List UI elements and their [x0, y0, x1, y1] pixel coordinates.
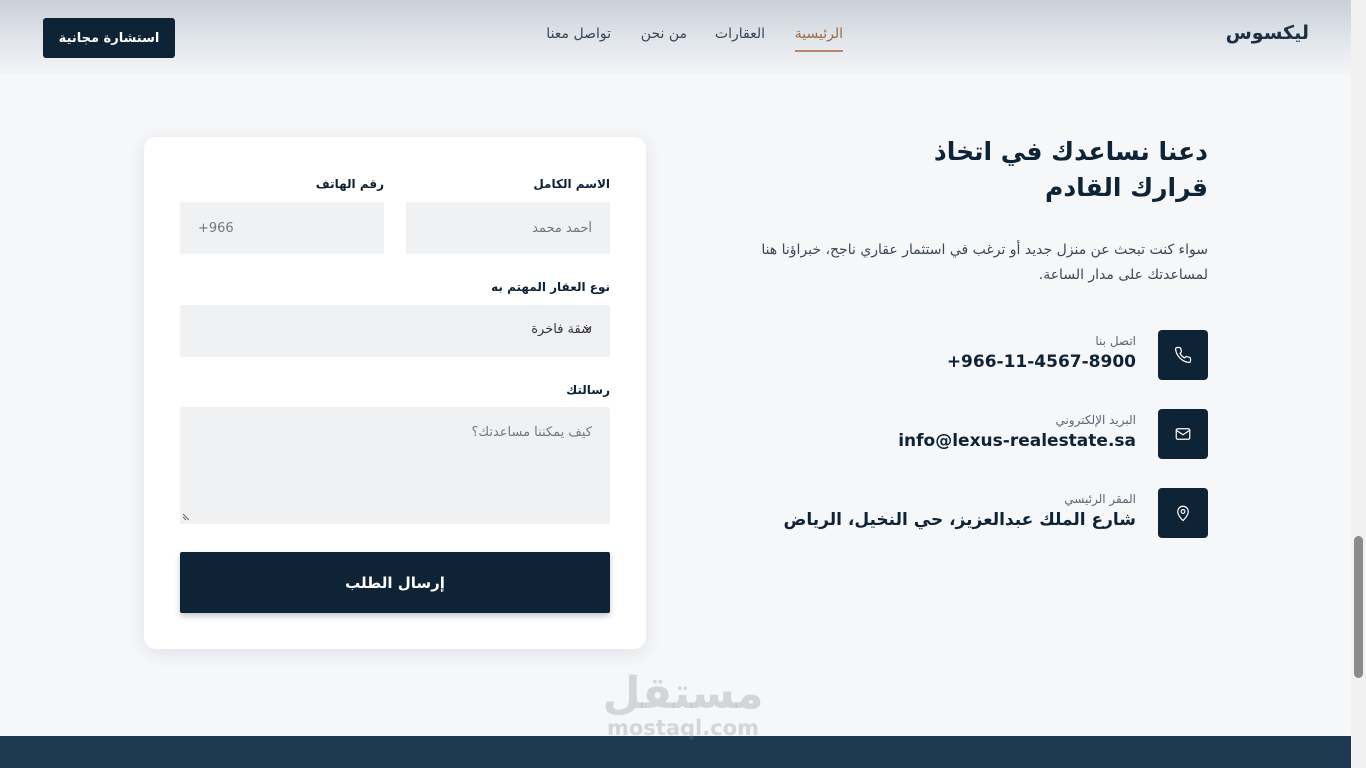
contact-address-label: المقر الرئيسي [1064, 492, 1136, 506]
section-heading: دعنا نساعدك في اتخاذ قرارك القادم [878, 134, 1208, 206]
contact-address: المقر الرئيسي شارع الملك عبدالعزيز، حي ا… [688, 488, 1208, 540]
contact-email: البريد الإلكتروني info@lexus-realestate.… [688, 409, 1208, 461]
nav-properties[interactable]: العقارات [715, 26, 765, 42]
contact-phone: اتصل بنا +966-11-4567-8900 [688, 330, 1208, 382]
mostaql-watermark: مستقل mostaql.com [600, 672, 766, 739]
request-form-card: الاسم الكامل رقم الهاتف نوع العقار المهت… [144, 137, 646, 649]
heading-line-1: دعنا نساعدك في اتخاذ [933, 137, 1208, 166]
site-footer [0, 736, 1351, 768]
submit-request-button[interactable]: إرسال الطلب [180, 552, 610, 613]
nav-contact[interactable]: تواصل معنا [546, 26, 611, 42]
contact-phone-label: اتصل بنا [1095, 334, 1136, 348]
contact-phone-value[interactable]: +966-11-4567-8900 [947, 352, 1136, 372]
resize-grip-icon[interactable] [182, 513, 190, 521]
heading-line-2: قرارك القادم [1045, 173, 1208, 202]
mail-icon [1158, 409, 1208, 459]
chevron-down-icon [583, 326, 592, 331]
scrollbar-thumb[interactable] [1354, 536, 1363, 678]
watermark-arabic: مستقل [602, 668, 764, 719]
location-pin-icon [1158, 488, 1208, 538]
full-name-input[interactable] [406, 202, 610, 254]
phone-icon [1158, 330, 1208, 380]
page-scrollbar[interactable] [1351, 0, 1366, 768]
watermark-latin: mostaql.com [607, 716, 759, 740]
contact-address-value: شارع الملك عبدالعزيز، حي النخيل، الرياض [783, 510, 1136, 530]
phone-input[interactable] [180, 202, 384, 254]
site-header: ليكسوس الرئيسية العقارات من نحن تواصل مع… [0, 0, 1351, 74]
full-name-label: الاسم الكامل [533, 177, 610, 191]
contact-email-value[interactable]: info@lexus-realestate.sa [898, 431, 1136, 451]
nav-about[interactable]: من نحن [641, 26, 687, 42]
section-description: سواء كنت تبحث عن منزل جديد أو ترغب في اس… [761, 242, 1208, 283]
property-type-label: نوع العقار المهتم به [491, 280, 610, 294]
property-type-select[interactable]: شقة فاخرة [180, 305, 610, 357]
message-textarea[interactable] [180, 407, 610, 524]
message-label: رسالتك [566, 383, 610, 397]
free-consultation-button[interactable]: استشارة مجانية [43, 18, 175, 58]
nav-home[interactable]: الرئيسية [794, 26, 843, 52]
phone-label: رقم الهاتف [315, 177, 384, 191]
site-logo[interactable]: ليكسوس [1226, 22, 1309, 44]
contact-email-label: البريد الإلكتروني [1055, 413, 1136, 427]
